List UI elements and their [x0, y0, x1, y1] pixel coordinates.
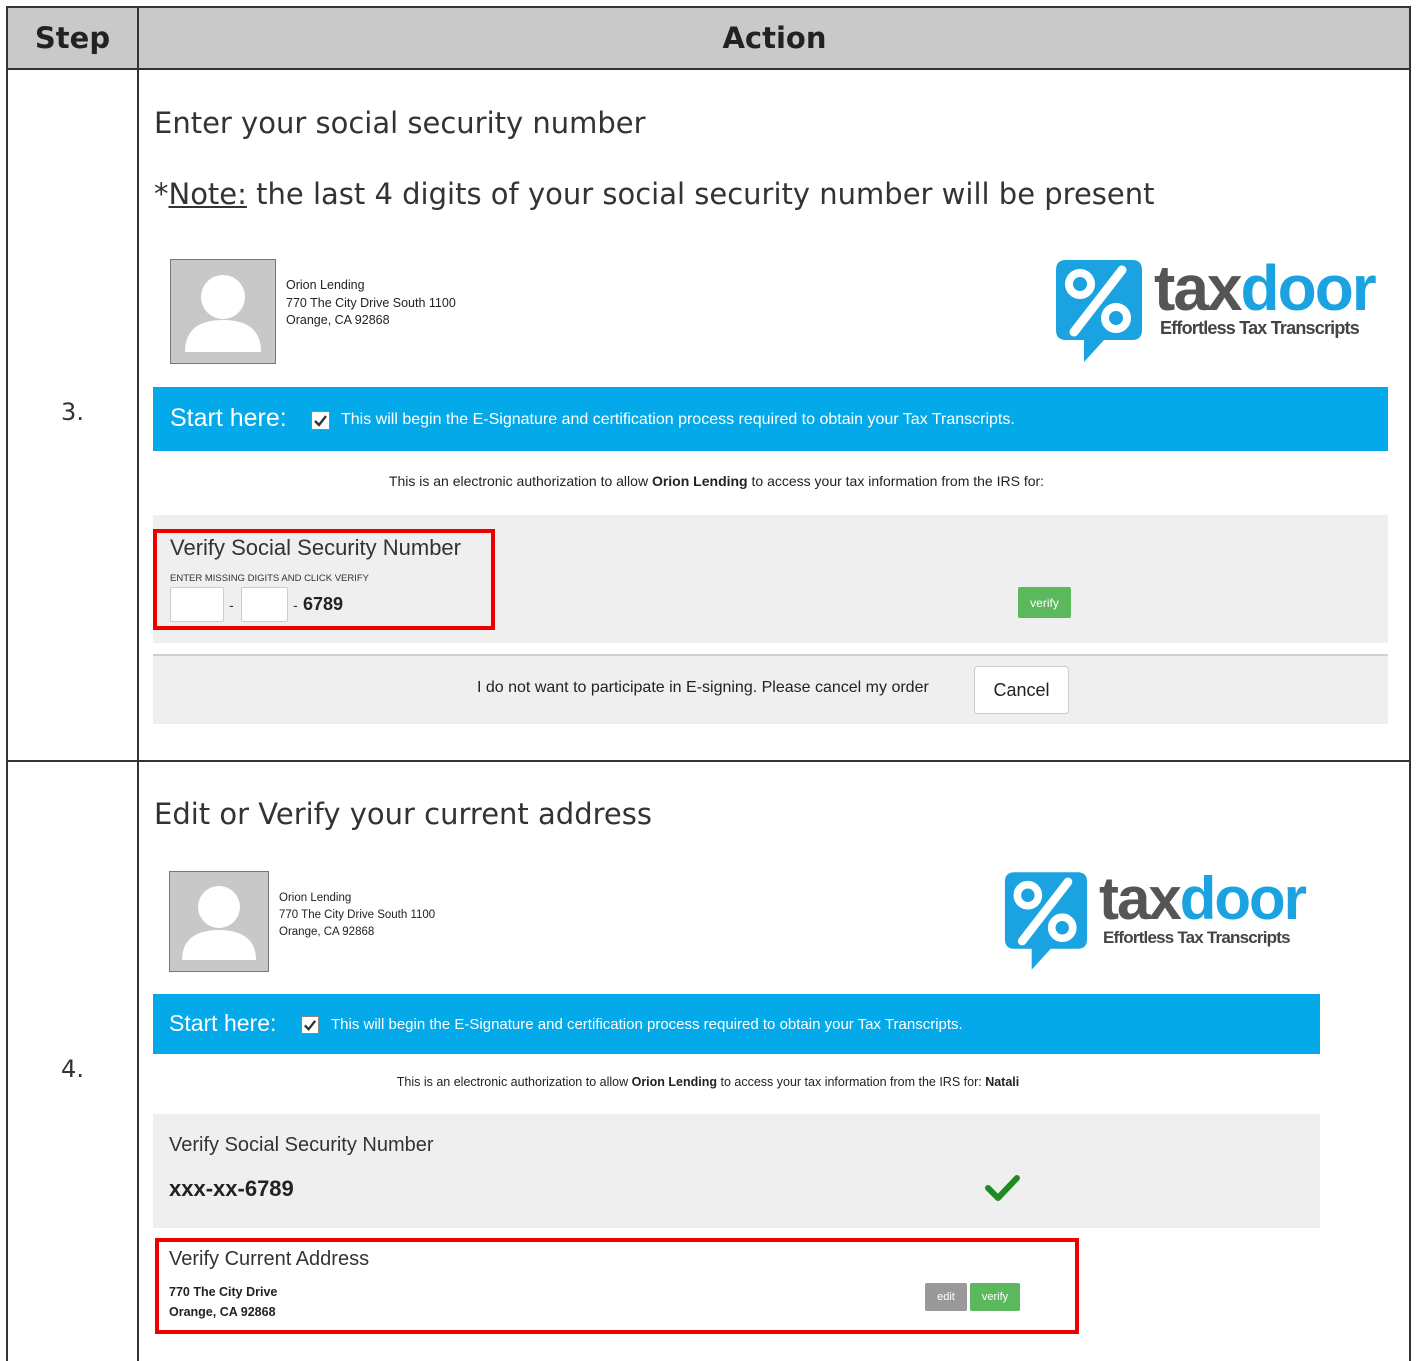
- checkmark-icon: [314, 415, 327, 427]
- auth-lender: Orion Lending: [631, 1075, 718, 1089]
- auth-taxpayer-name: Natali: [985, 1075, 1020, 1089]
- lender-name: Orion Lending: [286, 278, 365, 292]
- avatar: [169, 871, 269, 972]
- logo-tax: tax: [1099, 865, 1182, 932]
- note-prefix: *: [154, 177, 169, 211]
- start-here-label: Start here:: [170, 404, 287, 432]
- auth-lender: Orion Lending: [651, 473, 748, 489]
- logo-tagline: Effortless Tax Transcripts: [1103, 928, 1291, 947]
- table-border-row: [6, 760, 1411, 762]
- person-icon: [182, 886, 256, 960]
- verified-check-icon: [985, 1175, 1020, 1201]
- lender-street: 770 The City Drive South 1100: [286, 295, 456, 310]
- logo-door: door: [1240, 252, 1377, 324]
- person-icon: [185, 275, 261, 352]
- step-number: 4.: [61, 1055, 84, 1083]
- table-border-header: [6, 68, 1411, 70]
- note-body: the last 4 digits of your social securit…: [246, 177, 1155, 211]
- table-border-top: [6, 6, 1411, 8]
- cancel-order-button[interactable]: Cancel: [974, 666, 1069, 714]
- step-number: 3.: [61, 398, 84, 426]
- ssn-title: Verify Social Security Number: [169, 1134, 434, 1156]
- authorization-text: This is an electronic authorization to a…: [388, 473, 1045, 489]
- ssn-highlight-box: [153, 529, 495, 630]
- note-label: Note:: [168, 177, 247, 211]
- header-step: Step: [34, 21, 111, 55]
- percent-bubble-icon: [1004, 872, 1088, 970]
- authorization-text: This is an electronic authorization to a…: [396, 1075, 1020, 1089]
- logo-tax: tax: [1154, 252, 1242, 324]
- lender-address: Orion Lending 770 The City Drive South 1…: [286, 277, 456, 330]
- logo-tagline: Effortless Tax Transcripts: [1160, 318, 1360, 338]
- instruction-text: Edit or Verify your current address: [154, 797, 652, 831]
- start-here-text: This will begin the E-Signature and cert…: [341, 411, 1015, 428]
- table-border-right: [1409, 6, 1411, 1361]
- lender-name: Orion Lending: [279, 892, 352, 904]
- lender-address: Orion Lending 770 The City Drive South 1…: [279, 890, 435, 941]
- taxdoor-logo: taxdoor Effortless Tax Transcripts: [1003, 865, 1313, 974]
- checkmark-icon: [304, 1020, 317, 1031]
- percent-bubble-icon: [1056, 260, 1142, 362]
- avatar: [170, 259, 276, 364]
- start-checkbox[interactable]: [311, 411, 330, 430]
- start-here-text: This will begin the E-Signature and cert…: [331, 1016, 963, 1033]
- instruction-text: Enter your social security number: [154, 106, 646, 140]
- header-action: Action: [722, 21, 827, 55]
- lender-city: Orange, CA 92868: [279, 926, 375, 938]
- taxdoor-logo: taxdoor Effortless Tax Transcripts: [1054, 252, 1384, 366]
- address-highlight-box: [155, 1238, 1079, 1334]
- start-checkbox[interactable]: [301, 1016, 319, 1034]
- ssn-masked-value: xxx-xx-6789: [169, 1176, 294, 1201]
- lender-city: Orange, CA 92868: [286, 313, 390, 327]
- logo-door: door: [1179, 865, 1307, 932]
- start-here-label: Start here:: [169, 1010, 277, 1036]
- verify-ssn-button[interactable]: verify: [1018, 587, 1071, 618]
- table-border-left: [6, 6, 8, 1361]
- note-text: *Note: the last 4 digits of your social …: [154, 177, 1155, 211]
- ssn-verified-panel: [153, 1114, 1320, 1228]
- cancel-text: I do not want to participate in E-signin…: [477, 679, 929, 696]
- table-border-mid: [137, 6, 139, 1361]
- lender-street: 770 The City Drive South 1100: [279, 909, 436, 921]
